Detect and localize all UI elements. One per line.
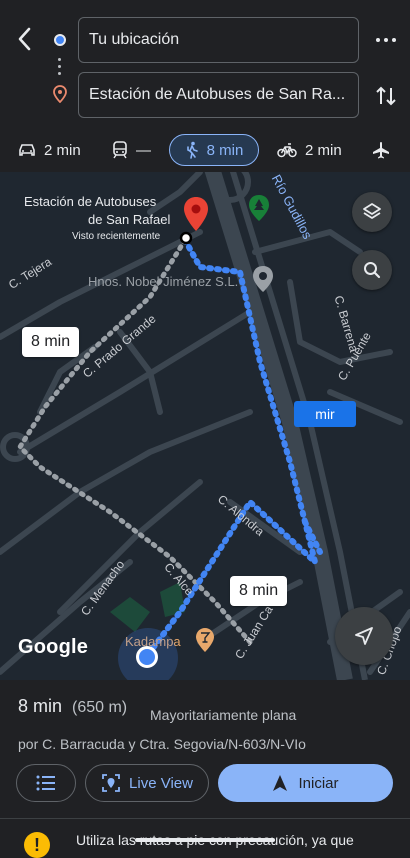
layers-icon xyxy=(363,203,381,219)
warning-icon: ! xyxy=(24,832,50,858)
route-dots-icon xyxy=(58,58,62,78)
route-duration: 8 min xyxy=(18,696,63,716)
origin-input[interactable]: Tu ubicación xyxy=(78,17,359,63)
search-icon xyxy=(364,262,381,279)
park-marker-icon[interactable] xyxy=(248,194,270,227)
mode-flight-tab[interactable] xyxy=(372,134,398,166)
bike-icon xyxy=(277,143,297,158)
bar-marker-icon[interactable] xyxy=(195,627,215,658)
blurred-tag: mir xyxy=(294,401,356,427)
start-label: Iniciar xyxy=(298,774,339,792)
route-distance: (650 m) xyxy=(72,699,128,716)
navigation-icon xyxy=(273,775,288,791)
map-search-button[interactable] xyxy=(352,250,392,290)
layers-button[interactable] xyxy=(352,192,392,232)
list-icon xyxy=(36,775,55,791)
destination-subtitle: Visto recientemente xyxy=(72,231,161,242)
destination-input[interactable]: Estación de Autobuses de San Ra... xyxy=(78,72,359,118)
my-location-dot-icon xyxy=(136,646,158,668)
steps-button[interactable] xyxy=(16,764,76,802)
route-via: por C. Barracuda y Ctra. Segovia/N-603/N… xyxy=(18,736,306,752)
train-icon xyxy=(113,141,127,159)
walk-icon xyxy=(186,141,198,159)
sheet-divider xyxy=(0,818,410,819)
mode-car-tab[interactable]: 2 min xyxy=(18,134,81,166)
route-time-bubble-gray[interactable]: 8 min xyxy=(22,327,80,357)
more-options-icon[interactable] xyxy=(374,28,398,52)
live-view-label: Live View xyxy=(129,774,193,792)
home-indicator xyxy=(135,838,275,842)
destination-marker-icon[interactable] xyxy=(183,196,209,237)
mode-walk-label: 8 min xyxy=(206,141,244,159)
navigation-arrow-icon xyxy=(355,627,373,645)
mode-bike-tab[interactable]: 2 min xyxy=(277,134,342,166)
route-time-bubble-blue[interactable]: 8 min xyxy=(230,576,288,606)
live-view-button[interactable]: Live View xyxy=(85,764,209,802)
mode-walk-tab[interactable]: 8 min xyxy=(169,134,259,166)
destination-label-line1: Estación de Autobuses xyxy=(24,194,157,209)
recenter-button[interactable] xyxy=(335,607,393,665)
car-icon xyxy=(19,144,35,156)
mode-car-label: 2 min xyxy=(44,141,81,159)
google-logo: Google xyxy=(18,636,89,658)
mode-transit-label: — xyxy=(136,141,151,159)
destination-pin-icon xyxy=(52,85,68,104)
place-marker-icon[interactable] xyxy=(252,265,274,298)
route-description: Mayoritariamente plana xyxy=(150,707,297,723)
mode-bike-label: 2 min xyxy=(305,141,342,159)
origin-dot-icon xyxy=(54,34,66,46)
directions-header: Tu ubicación Estación de Autobuses de Sa… xyxy=(0,0,410,172)
airplane-icon xyxy=(373,142,389,159)
swap-icon[interactable] xyxy=(374,82,398,110)
destination-label-line2: de San Rafael xyxy=(88,212,171,227)
map-view[interactable]: Estación de Autobuses de San Rafael Vist… xyxy=(0,172,410,680)
live-view-icon xyxy=(102,774,120,792)
poi-nobel-label: Hnos. Nobel Jiménez S.L. xyxy=(88,274,239,289)
back-button[interactable] xyxy=(14,24,36,54)
start-button[interactable]: Iniciar xyxy=(218,764,393,802)
mode-transit-tab[interactable]: — xyxy=(112,134,151,166)
